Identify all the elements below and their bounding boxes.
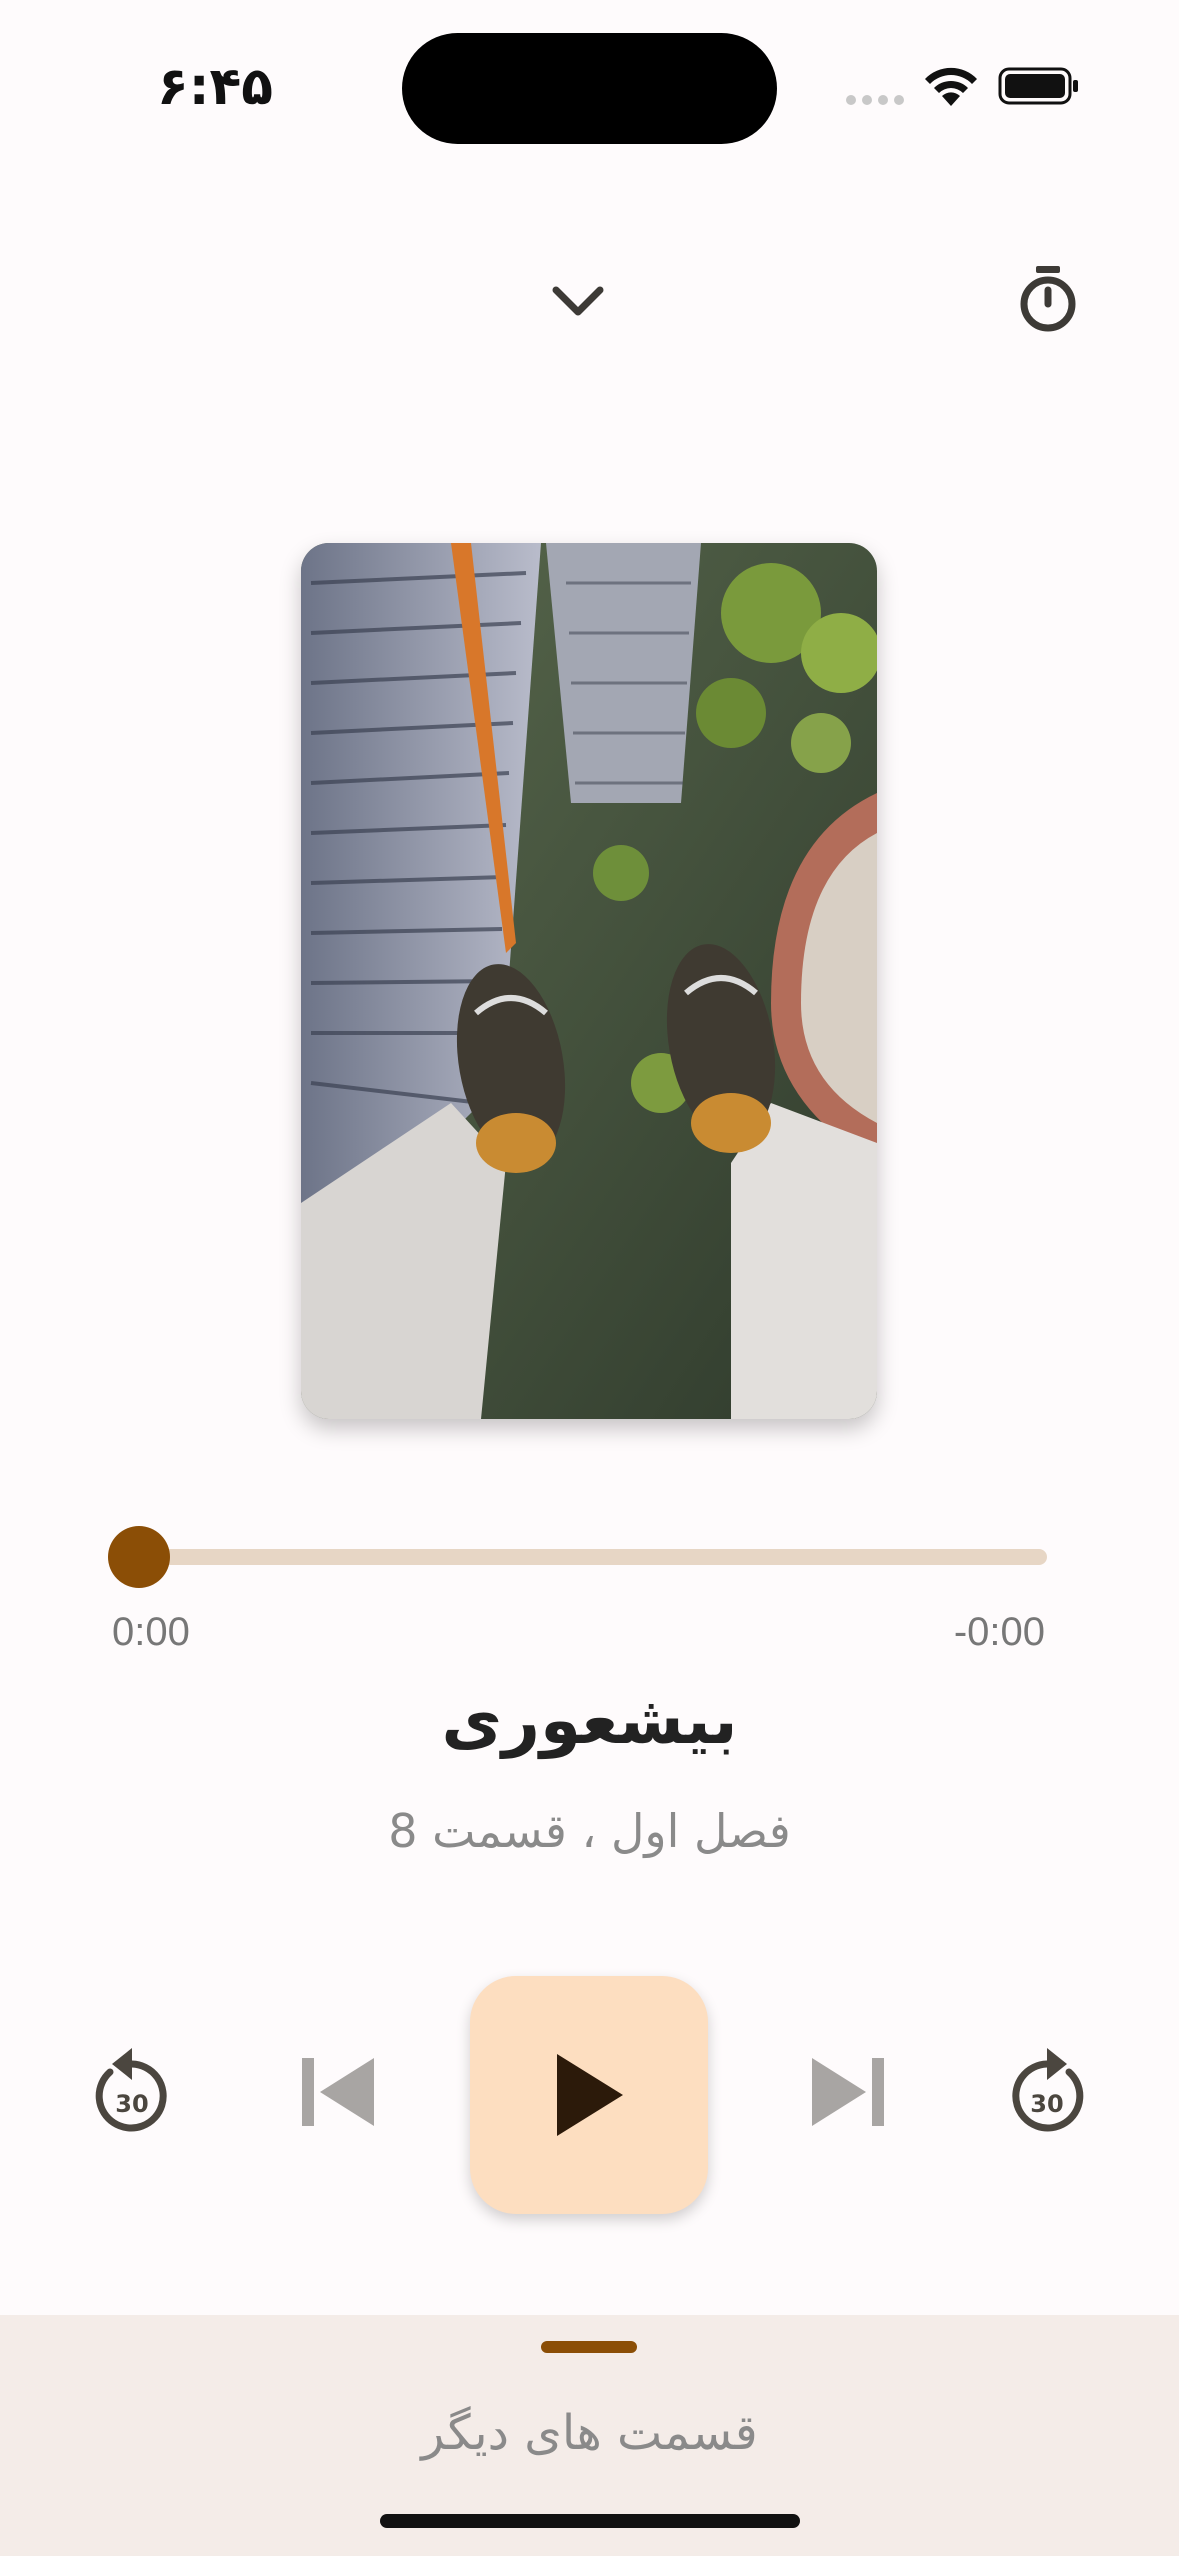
replay-30-icon: 30	[95, 2048, 167, 2132]
rewind-seconds-label: 30	[115, 2090, 148, 2118]
home-indicator[interactable]	[380, 2514, 800, 2528]
elapsed-time: 0:00	[112, 1610, 190, 1654]
rewind-30-button[interactable]: 30	[88, 2042, 176, 2138]
episode-subtitle: فصل اول ، قسمت 8	[388, 1804, 791, 1858]
dynamic-island	[402, 33, 777, 144]
progress-thumb[interactable]	[108, 1526, 170, 1588]
play-icon	[557, 2054, 623, 2136]
play-button[interactable]	[470, 1976, 708, 2214]
previous-episode-button[interactable]	[290, 2052, 386, 2132]
cellular-signal-icon	[846, 95, 904, 105]
skip-previous-icon	[302, 2058, 374, 2126]
other-episodes-label[interactable]: قسمت های دیگر	[0, 2405, 1179, 2461]
sleep-timer-button[interactable]	[1008, 258, 1088, 338]
stopwatch-icon	[1020, 266, 1076, 332]
battery-icon	[998, 67, 1078, 105]
progress-track[interactable]	[138, 1549, 1047, 1565]
player-screen: ۶:۴۵ 0:00 -0:00 بیشعوری فصل اول ، قسمت 8…	[0, 0, 1179, 2556]
sheet-drag-handle[interactable]	[541, 2341, 637, 2353]
forward-seconds-label: 30	[1030, 2090, 1063, 2118]
wifi-icon	[925, 67, 977, 106]
episode-artwork	[301, 543, 877, 1419]
skip-next-icon	[812, 2058, 884, 2126]
forward-30-icon: 30	[1012, 2048, 1084, 2132]
episode-title: بیشعوری	[441, 1682, 738, 1759]
forward-30-button[interactable]: 30	[1003, 2042, 1091, 2138]
remaining-time: -0:00	[953, 1610, 1045, 1654]
status-time: ۶:۴۵	[156, 57, 273, 117]
collapse-button[interactable]	[540, 262, 616, 338]
chevron-down-icon	[552, 286, 604, 316]
next-episode-button[interactable]	[800, 2052, 896, 2132]
